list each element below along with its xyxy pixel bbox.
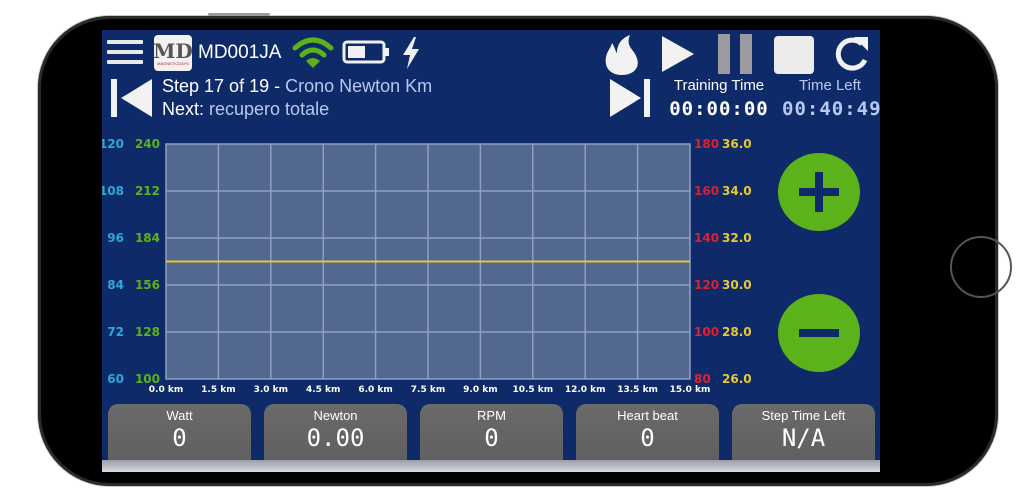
y-tick-label-right-outer: 32.0 [722, 231, 752, 245]
step-name: Crono Newton Km [285, 76, 433, 96]
fire-icon[interactable] [602, 34, 642, 76]
app-screen: MD MAGNETICDAYS MD001JA Step 17 of 19 - … [102, 30, 880, 472]
y-tick-label-left-outer: 96 [107, 231, 124, 245]
y-tick-label-left-outer: 108 [102, 184, 124, 198]
metric-label: Heart beat [617, 408, 678, 423]
y-tick-label-left-inner: 184 [135, 231, 160, 245]
metric-label: Watt [166, 408, 193, 423]
x-tick-label: 15.0 km [670, 385, 711, 395]
time-left-label: Time Left [799, 77, 861, 94]
x-tick-label: 1.5 km [201, 385, 235, 395]
stop-icon[interactable] [774, 36, 814, 74]
next-step: Next: recupero totale [162, 99, 329, 120]
y-tick-label-right-inner: 140 [694, 231, 719, 245]
metric-card-rpm: RPM 0 [420, 404, 563, 470]
next-step-name: recupero totale [209, 99, 330, 119]
current-step: Step 17 of 19 - Crono Newton Km [162, 76, 432, 97]
y-tick-label-left-outer: 120 [102, 137, 124, 151]
y-tick-label-right-outer: 30.0 [722, 278, 752, 292]
x-tick-label: 6.0 km [358, 385, 392, 395]
y-tick-label-right-inner: 180 [694, 137, 719, 151]
metric-label: RPM [477, 408, 506, 423]
pause-bar-right [740, 34, 752, 74]
metric-label: Newton [313, 408, 358, 423]
decrease-button[interactable] [778, 294, 860, 372]
minus-icon [799, 329, 839, 337]
menu-icon[interactable] [107, 40, 143, 64]
training-time-value: 00:00:00 [669, 98, 769, 120]
y-tick-label-left-inner: 212 [135, 184, 160, 198]
next-step-icon[interactable] [608, 78, 652, 118]
battery-icon [342, 40, 389, 64]
y-tick-label-left-outer: 84 [107, 278, 124, 292]
play-icon[interactable] [660, 34, 696, 74]
pause-bar-left [718, 34, 730, 74]
y-tick-label-right-inner: 80 [694, 372, 711, 386]
metric-value: 0 [484, 424, 499, 452]
wifi-icon [292, 37, 334, 68]
y-tick-label-right-outer: 34.0 [722, 184, 752, 198]
x-tick-label: 4.5 km [306, 385, 340, 395]
x-tick-label: 3.0 km [254, 385, 288, 395]
y-tick-label-left-inner: 240 [135, 137, 160, 151]
x-tick-label: 13.5 km [617, 385, 658, 395]
metric-value: N/A [781, 424, 826, 452]
time-left-value: 00:40:49 [782, 98, 880, 120]
charging-bolt-icon [403, 37, 419, 69]
workout-chart: 0.0 km 1.5 km 3.0 km 4.5 km 6.0 km 7.5 km 9.0 … [102, 137, 752, 395]
metric-card-heart-beat: Heart beat 0 [576, 404, 719, 470]
y-tick-label-left-outer: 60 [107, 372, 124, 386]
logo-text: MAGNETICDAYS [157, 60, 189, 66]
logo-mark: MD [153, 38, 193, 63]
step-counter: Step 17 of 19 - [162, 76, 286, 96]
x-tick-label: 9.0 km [463, 385, 497, 395]
metric-label: Step Time Left [761, 408, 846, 423]
x-tick-label: 0.0 km [149, 385, 183, 395]
metric-card-watt: Watt 0 [108, 404, 251, 470]
device-id: MD001JA [198, 42, 282, 63]
previous-step-icon[interactable] [110, 78, 154, 118]
y-tick-label-right-inner: 160 [694, 184, 719, 198]
y-tick-label-left-inner: 128 [135, 325, 160, 339]
metric-value: 0.00 [306, 424, 365, 452]
y-tick-label-left-inner: 156 [135, 278, 160, 292]
pause-icon[interactable] [716, 34, 754, 74]
next-label: Next: [162, 99, 210, 119]
metric-value: 0 [172, 424, 187, 452]
y-tick-label-right-outer: 28.0 [722, 325, 752, 339]
y-tick-label-right-inner: 100 [694, 325, 719, 339]
x-tick-label: 7.5 km [411, 385, 445, 395]
y-tick-label-right-outer: 26.0 [722, 372, 752, 386]
refresh-icon[interactable] [832, 34, 872, 74]
y-tick-label-right-outer: 36.0 [722, 137, 752, 151]
increase-button[interactable] [778, 153, 860, 231]
metrics-panel: Watt 0 Newton 0.00 RPM 0 Heart beat 0 St… [108, 404, 876, 470]
y-tick-label-right-inner: 120 [694, 278, 719, 292]
plus-icon-v [815, 172, 823, 212]
phone-home-button[interactable] [950, 236, 1012, 298]
phone-volume-button [208, 13, 270, 16]
x-tick-label: 12.0 km [565, 385, 606, 395]
metric-card-newton: Newton 0.00 [264, 404, 407, 470]
training-time-label: Training Time [673, 77, 765, 94]
metric-card-step-time-left: Step Time Left N/A [732, 404, 875, 470]
x-tick-label: 10.5 km [512, 385, 553, 395]
metric-value: 0 [640, 424, 655, 452]
brand-logo: MD MAGNETICDAYS [153, 35, 193, 71]
y-tick-label-left-inner: 100 [135, 372, 160, 386]
y-tick-label-left-outer: 72 [107, 325, 124, 339]
